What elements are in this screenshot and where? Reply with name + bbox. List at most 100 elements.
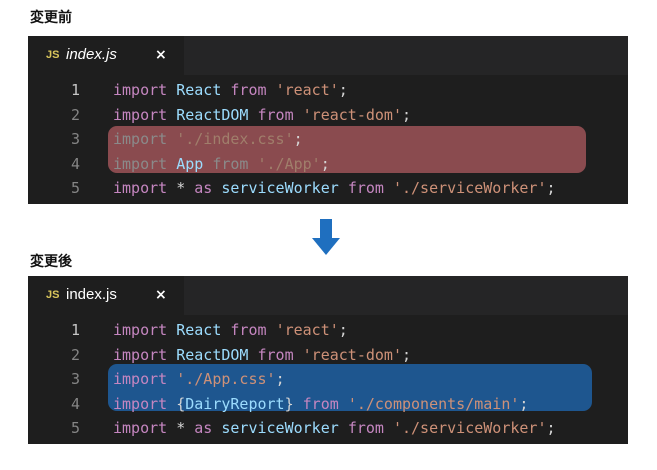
code-text: import ReactDOM from 'react-dom'; (113, 103, 411, 128)
code-line[interactable]: 3 import './index.css'; (28, 127, 628, 152)
editor-after: JS index.js × 1 import React from 'react'… (28, 276, 628, 444)
code-token: from (257, 345, 294, 364)
code-text: import ReactDOM from 'react-dom'; (113, 343, 411, 368)
code-line[interactable]: 2 import ReactDOM from 'react-dom'; (28, 343, 628, 368)
code-text: import React from 'react'; (113, 318, 348, 343)
code-token: 'react-dom' (302, 345, 402, 364)
code-token: serviceWorker (221, 419, 339, 437)
code-token: from (230, 81, 267, 99)
code-token: from (212, 154, 249, 173)
code-text: import './App.css'; (113, 367, 285, 392)
code-token: ; (338, 81, 348, 99)
code-token: './index.css' (176, 130, 294, 148)
code-token: import (113, 419, 168, 437)
code-token: import (113, 321, 168, 339)
code-token: ; (293, 130, 303, 148)
code-token: * (176, 179, 186, 197)
code-token: from (302, 394, 339, 413)
code-token: ; (275, 370, 285, 388)
code-text: import {DairyReport} from './components/… (113, 392, 528, 417)
line-number: 3 (70, 130, 80, 148)
code-token: ; (519, 394, 529, 413)
code-text: import './index.css'; (113, 127, 303, 152)
code-line[interactable]: 1 import React from 'react'; (28, 78, 628, 103)
close-icon[interactable]: × (155, 46, 167, 64)
code-text: import App from './App'; (113, 152, 330, 177)
tab-index-js[interactable]: JS index.js × (28, 36, 184, 75)
code-line[interactable]: 5 import * as serviceWorker from './servi… (28, 176, 628, 201)
code-token: 'react-dom' (302, 105, 402, 124)
code-token: from (230, 321, 267, 339)
code-line[interactable]: 4 import {DairyReport} from './components… (28, 392, 628, 417)
code-line[interactable]: 3 import './App.css'; (28, 367, 628, 392)
code-token: ; (546, 179, 556, 197)
code-token: import (113, 179, 168, 197)
code-text: import * as serviceWorker from './servic… (113, 416, 556, 441)
tab-label: index.js (66, 286, 117, 303)
code-token: ReactDOM (176, 345, 249, 364)
code-line[interactable]: 2 import ReactDOM from 'react-dom'; (28, 103, 628, 128)
code-token: React (176, 321, 222, 339)
code-line[interactable]: 1 import React from 'react'; (28, 318, 628, 343)
line-number: 5 (70, 179, 80, 197)
line-number: 2 (70, 345, 80, 364)
line-number: 3 (70, 370, 80, 388)
close-icon[interactable]: × (155, 286, 167, 304)
code-line[interactable]: 5 import * as serviceWorker from './servi… (28, 416, 628, 441)
code-token: ReactDOM (176, 105, 249, 124)
editor-before: JS index.js × 1 import React from 'react'… (28, 36, 628, 204)
code-token: './serviceWorker' (392, 419, 547, 437)
tab-bar: JS index.js × (28, 36, 628, 75)
code-token: ; (546, 419, 556, 437)
code-area[interactable]: 1 import React from 'react'; 2 import React… (28, 78, 628, 201)
tab-index-js[interactable]: JS index.js × (28, 276, 184, 315)
code-token: from (347, 179, 384, 197)
code-token: ; (320, 154, 330, 173)
tab-bar: JS index.js × (28, 276, 628, 315)
tab-label: index.js (66, 46, 117, 63)
code-token: './App' (257, 154, 321, 173)
code-token: './serviceWorker' (392, 179, 547, 197)
code-token: './App.css' (176, 370, 276, 388)
code-text: import React from 'react'; (113, 78, 348, 103)
code-token: import (113, 370, 168, 388)
line-number: 5 (70, 419, 80, 437)
line-number: 4 (70, 394, 80, 413)
line-number: 1 (70, 321, 80, 339)
code-token: as (194, 419, 213, 437)
code-token: React (176, 81, 222, 99)
line-number: 4 (70, 154, 80, 173)
code-area[interactable]: 1 import React from 'react'; 2 import React… (28, 318, 628, 441)
code-token: ; (402, 345, 412, 364)
heading-after: 変更後 (30, 254, 72, 270)
code-line[interactable]: 4 import App from './App'; (28, 152, 628, 177)
code-token: serviceWorker (221, 179, 339, 197)
code-token: ; (338, 321, 348, 339)
code-token: from (347, 419, 384, 437)
javascript-file-icon: JS (46, 289, 60, 301)
code-token: ; (402, 105, 412, 124)
